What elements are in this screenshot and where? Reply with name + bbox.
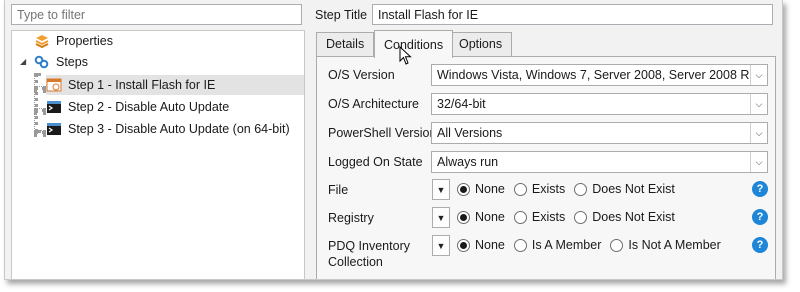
radio-button[interactable] <box>513 182 527 196</box>
os-version-select[interactable]: Windows Vista, Windows 7, Server 2008, S… <box>431 64 768 86</box>
radio-label: None <box>475 182 505 196</box>
logged-on-state-label: Logged On State <box>328 155 423 169</box>
pdq-radio-none[interactable]: None <box>457 238 505 252</box>
registry-dropdown-button[interactable]: ▼ <box>432 207 450 228</box>
chevron-down-icon[interactable]: ⌵ <box>750 65 767 85</box>
tab-details[interactable]: Details <box>316 32 375 56</box>
tree-line <box>34 108 46 112</box>
right-pane: Step Title Details Conditions Options O/… <box>305 0 782 279</box>
chevron-down-icon: ▼ <box>436 212 446 223</box>
file-radio-exists[interactable]: Exists <box>513 182 566 196</box>
step-icon <box>46 121 62 137</box>
conditions-panel: O/S Version Windows Vista, Windows 7, Se… <box>316 56 776 279</box>
os-architecture-select[interactable]: 32/64-bit ⌵ <box>431 93 768 115</box>
radio-label: Does Not Exist <box>592 210 675 224</box>
tree-item-properties[interactable]: Properties <box>34 31 113 51</box>
pdq-inventory-label: PDQ Inventory Collection <box>328 238 410 270</box>
radio-button[interactable] <box>513 238 527 252</box>
tab-conditions[interactable]: Conditions <box>374 30 454 58</box>
pdq-radio-is-a-member[interactable]: Is A Member <box>513 238 602 252</box>
os-version-label: O/S Version <box>328 68 395 82</box>
registry-radio-group: None Exists Does Not Exist <box>457 210 684 224</box>
powershell-version-label: PowerShell Version <box>328 126 437 140</box>
radio-label: Exists <box>531 210 566 224</box>
tree-item-step-2[interactable]: Step 2 - Disable Auto Update <box>46 97 229 117</box>
help-icon[interactable]: ? <box>752 181 768 197</box>
radio-button[interactable] <box>574 210 588 224</box>
tree-item-label: Properties <box>56 34 113 48</box>
collapse-triangle-icon[interactable]: ◢ <box>20 57 26 66</box>
chevron-down-icon: ▼ <box>436 240 446 251</box>
tree-item-label: Step 2 - Disable Auto Update <box>68 100 230 114</box>
radio-label: Exists <box>531 182 566 196</box>
chevron-down-icon[interactable]: ⌵ <box>750 123 767 143</box>
tree-item-steps[interactable]: Steps <box>34 52 88 72</box>
registry-radio-does-not-exist[interactable]: Does Not Exist <box>574 210 675 224</box>
tree-item-label: Step 1 - Install Flash for IE <box>68 78 216 92</box>
pdq-radio-is-not-a-member[interactable]: Is Not A Member <box>610 238 721 252</box>
tree-line <box>34 130 46 134</box>
logged-on-state-value: Always run <box>437 155 499 169</box>
radio-button[interactable] <box>610 238 624 252</box>
radio-button[interactable] <box>574 182 588 196</box>
step-title-label: Step Title <box>315 8 368 22</box>
registry-radio-exists[interactable]: Exists <box>513 210 566 224</box>
radio-label: Does Not Exist <box>592 182 675 196</box>
file-radio-does-not-exist[interactable]: Does Not Exist <box>574 182 675 196</box>
registry-label: Registry <box>328 211 374 225</box>
os-architecture-label: O/S Architecture <box>328 97 420 111</box>
radio-label: None <box>475 238 505 252</box>
os-architecture-value: 32/64-bit <box>437 97 486 111</box>
file-dropdown-button[interactable]: ▼ <box>432 179 450 200</box>
steps-icon <box>34 54 50 70</box>
tree-line <box>34 86 46 90</box>
chevron-down-icon: ▼ <box>436 184 446 195</box>
tab-options[interactable]: Options <box>449 32 513 56</box>
logged-on-state-select[interactable]: Always run ⌵ <box>431 151 768 173</box>
powershell-version-value: All Versions <box>437 126 503 140</box>
help-icon[interactable]: ? <box>752 209 768 225</box>
tree-item-step-3[interactable]: Step 3 - Disable Auto Update (on 64-bit) <box>46 119 290 139</box>
radio-button[interactable] <box>457 210 470 224</box>
left-pane: Properties ◢ Steps <box>5 0 305 279</box>
os-version-value: Windows Vista, Windows 7, Server 2008, S… <box>437 68 757 82</box>
step-title-input[interactable] <box>372 4 773 25</box>
mouse-cursor-icon <box>399 46 412 65</box>
radio-button[interactable] <box>513 210 527 224</box>
step-tree: Properties ◢ Steps Step 1 - Install Flas… <box>11 30 305 279</box>
tree-item-label: Step 3 - Disable Auto Update (on 64-bit) <box>68 122 290 136</box>
filter-input[interactable] <box>11 4 302 25</box>
registry-radio-none[interactable]: None <box>457 210 505 224</box>
file-radio-none[interactable]: None <box>457 182 505 196</box>
pdq-inventory-dropdown-button[interactable]: ▼ <box>432 235 450 256</box>
chevron-down-icon[interactable]: ⌵ <box>750 152 767 172</box>
file-radio-group: None Exists Does Not Exist <box>457 182 684 196</box>
pdq-inventory-radio-group: None Is A Member Is Not A Member <box>457 238 730 252</box>
powershell-version-select[interactable]: All Versions ⌵ <box>431 122 768 144</box>
radio-button[interactable] <box>457 238 470 252</box>
radio-button[interactable] <box>457 182 470 196</box>
package-editor-window: Properties ◢ Steps <box>4 0 783 280</box>
chevron-down-icon[interactable]: ⌵ <box>750 94 767 114</box>
radio-label: Is Not A Member <box>628 238 721 252</box>
tree-item-label: Steps <box>56 55 88 69</box>
step-icon <box>46 99 62 115</box>
properties-icon <box>34 33 50 49</box>
pdq-inventory-label-line1: PDQ Inventory <box>328 239 410 253</box>
pdq-inventory-label-line2: Collection <box>328 255 383 269</box>
radio-label: None <box>475 210 505 224</box>
step-icon <box>46 77 62 93</box>
file-label: File <box>328 183 349 197</box>
tree-item-step-1[interactable]: Step 1 - Install Flash for IE <box>46 75 304 95</box>
help-icon[interactable]: ? <box>752 237 768 253</box>
radio-label: Is A Member <box>531 238 602 252</box>
tree-line <box>34 73 38 133</box>
